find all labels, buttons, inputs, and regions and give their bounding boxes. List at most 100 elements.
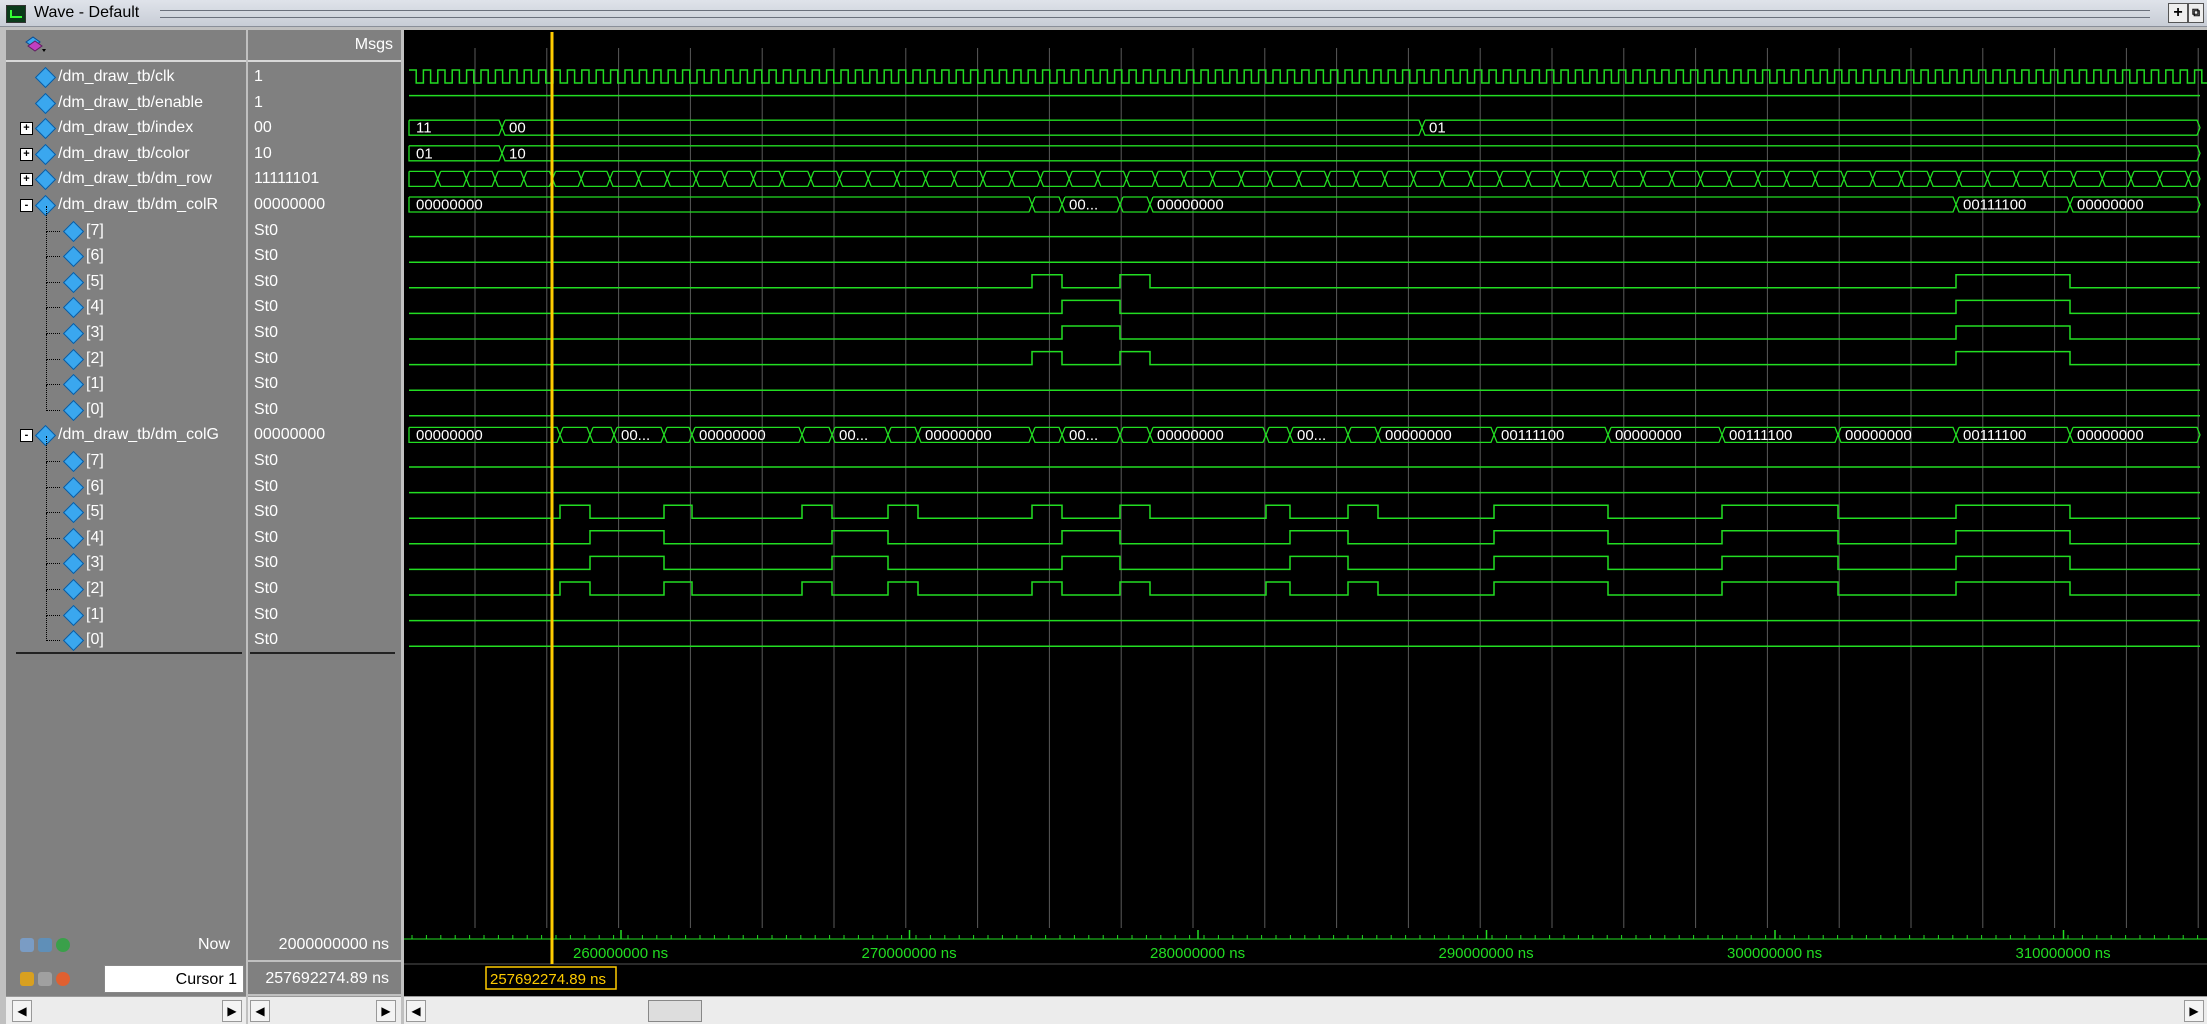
signal-row[interactable]: [3] [6,538,246,576]
wave-pane-scrollbar[interactable]: ◀ ▶ [404,996,2207,1024]
signal-name: /dm_draw_tb/enable [58,93,203,111]
signal-row[interactable]: [2] [6,564,246,602]
tree-line [46,230,60,232]
scroll-left-arrow-icon[interactable]: ◀ [406,1000,426,1022]
signal-value-row[interactable]: St0 [248,526,401,551]
waveform-canvas[interactable]: 11 00 01 01 10 00000000 00... 00000000 00111100 0… [404,30,2207,928]
signal-row[interactable]: - /dm_draw_tb/dm_colR [6,193,246,218]
signal-row[interactable]: + /dm_draw_tb/dm_row [6,167,246,192]
signal-value-row[interactable]: St0 [248,295,401,320]
lock-icon[interactable] [20,972,34,986]
signal-value-row[interactable]: St0 [248,347,401,372]
colG-bit4 [409,530,2200,545]
signal-value-row[interactable]: St0 [248,449,401,474]
signal-name: [1] [86,375,104,393]
signal-row[interactable]: [1] [6,359,246,397]
cursor-value: 257692274.89 ns [265,970,389,987]
signal-value-row[interactable]: St0 [248,577,401,602]
signal-value-row[interactable]: St0 [248,372,401,397]
signal-row[interactable]: + /dm_draw_tb/color [6,142,246,167]
signal-diamond-icon [34,118,57,140]
signal-value-row[interactable]: 11111101 [248,167,401,192]
scroll-left-arrow-icon[interactable]: ◀ [250,1000,270,1022]
signal-name: /dm_draw_tb/dm_row [58,170,212,188]
expand-icon[interactable]: + [20,122,33,136]
layers-icon[interactable] [24,36,46,54]
window-icon[interactable] [38,938,52,952]
signal-diamond-icon [62,450,85,473]
color-bus [408,145,2201,162]
signal-value-row[interactable]: 00000000 [248,193,401,218]
cursor-name-field[interactable]: Cursor 1 [104,965,244,993]
signal-diamond-icon [62,374,85,396]
signal-value-row[interactable]: St0 [248,500,401,525]
signal-value-row[interactable]: St0 [248,244,401,269]
signal-value-row[interactable]: St0 [248,270,401,295]
signal-row[interactable]: [0] [6,384,246,423]
signal-value-row[interactable]: 10 [248,142,401,167]
scroll-right-arrow-icon[interactable]: ▶ [222,1000,242,1022]
signal-row[interactable]: /dm_draw_tb/enable [6,91,246,116]
name-pane-scrollbar[interactable]: ◀ ▶ [6,996,246,1024]
add-cursor-icon[interactable] [56,938,70,952]
color-bus-label: 10 [509,145,526,162]
signal-row[interactable]: [6] [6,231,246,269]
time-axis[interactable]: 260000000 ns 270000000 ns 280000000 ns 2900… [404,928,2207,996]
collapse-icon[interactable]: - [20,199,33,212]
signal-row[interactable]: [2] [6,333,246,372]
window-titlebar: Wave - Default + ⧉ [0,0,2207,27]
scroll-right-arrow-icon[interactable]: ▶ [2184,1000,2204,1022]
signal-row[interactable]: [6] [6,461,246,500]
signal-row[interactable]: /dm_draw_tb/clk [6,65,246,90]
signal-row[interactable]: [1] [6,589,246,628]
waveform-pane[interactable]: 11 00 01 01 10 00000000 00... 00000000 00111100 0… [404,30,2207,928]
signal-value-row[interactable]: St0 [248,628,401,653]
axis-tick-label: 280000000 ns [1150,945,1245,962]
signal-row[interactable]: [3] [6,308,246,346]
delete-cursor-icon[interactable] [56,972,70,986]
tree-line [46,487,47,514]
collapse-icon[interactable]: - [20,429,33,443]
signal-value-row[interactable]: St0 [248,603,401,628]
signal-value-row[interactable]: St0 [248,321,401,346]
time-axis-canvas[interactable]: 260000000 ns 270000000 ns 280000000 ns 2900… [404,928,2207,996]
scroll-thumb[interactable] [648,1000,702,1022]
signal-value-row[interactable]: St0 [248,398,401,423]
signal-row[interactable]: [4] [6,512,246,551]
signal-name: [6] [86,247,104,265]
signal-value-row[interactable]: St0 [248,475,401,500]
colG-bus-label: 00111100 [1963,427,2026,444]
signal-row[interactable]: [4] [6,282,246,320]
signal-value-row[interactable]: St0 [248,219,401,244]
dm-row-bus [408,170,2201,188]
add-pane-button[interactable]: + [2168,3,2188,23]
signal-value-row[interactable]: St0 [248,551,401,576]
name-pane-header [6,30,246,62]
colR-bit4 [409,299,2200,315]
signal-row[interactable]: [5] [6,487,246,525]
signal-row[interactable]: [5] [6,256,246,295]
colG-bus-label: 00000000 [1385,427,1452,444]
expand-icon[interactable]: + [20,147,33,161]
signal-value-row[interactable]: 1 [248,65,401,90]
colR-bit3 [409,325,2200,340]
value-pane-scrollbar[interactable]: ◀ ▶ [248,996,401,1024]
colG-bus-label: 00... [1069,427,1098,444]
expand-icon[interactable]: + [20,173,33,187]
colG-bus-label: 00000000 [1845,427,1912,444]
signal-value: St0 [254,221,279,239]
signal-row[interactable]: [7] [6,436,246,474]
scroll-left-arrow-icon[interactable]: ◀ [12,1000,32,1022]
signal-row[interactable]: [7] [6,205,246,244]
signal-row[interactable]: [0] [6,615,246,653]
signal-value-row[interactable]: 1 [248,91,401,116]
pencil-icon[interactable] [38,972,52,986]
undock-button[interactable]: ⧉ [2188,3,2204,23]
scroll-right-arrow-icon[interactable]: ▶ [376,1000,396,1022]
signal-value-row[interactable]: 00000000 [248,423,401,448]
zoom-icon[interactable] [20,938,34,952]
signal-row[interactable]: - /dm_draw_tb/dm_colG [6,423,246,448]
signal-row[interactable]: + /dm_draw_tb/index [6,116,246,141]
signal-diamond-icon [62,246,85,268]
signal-value-row[interactable]: 00 [248,116,401,141]
